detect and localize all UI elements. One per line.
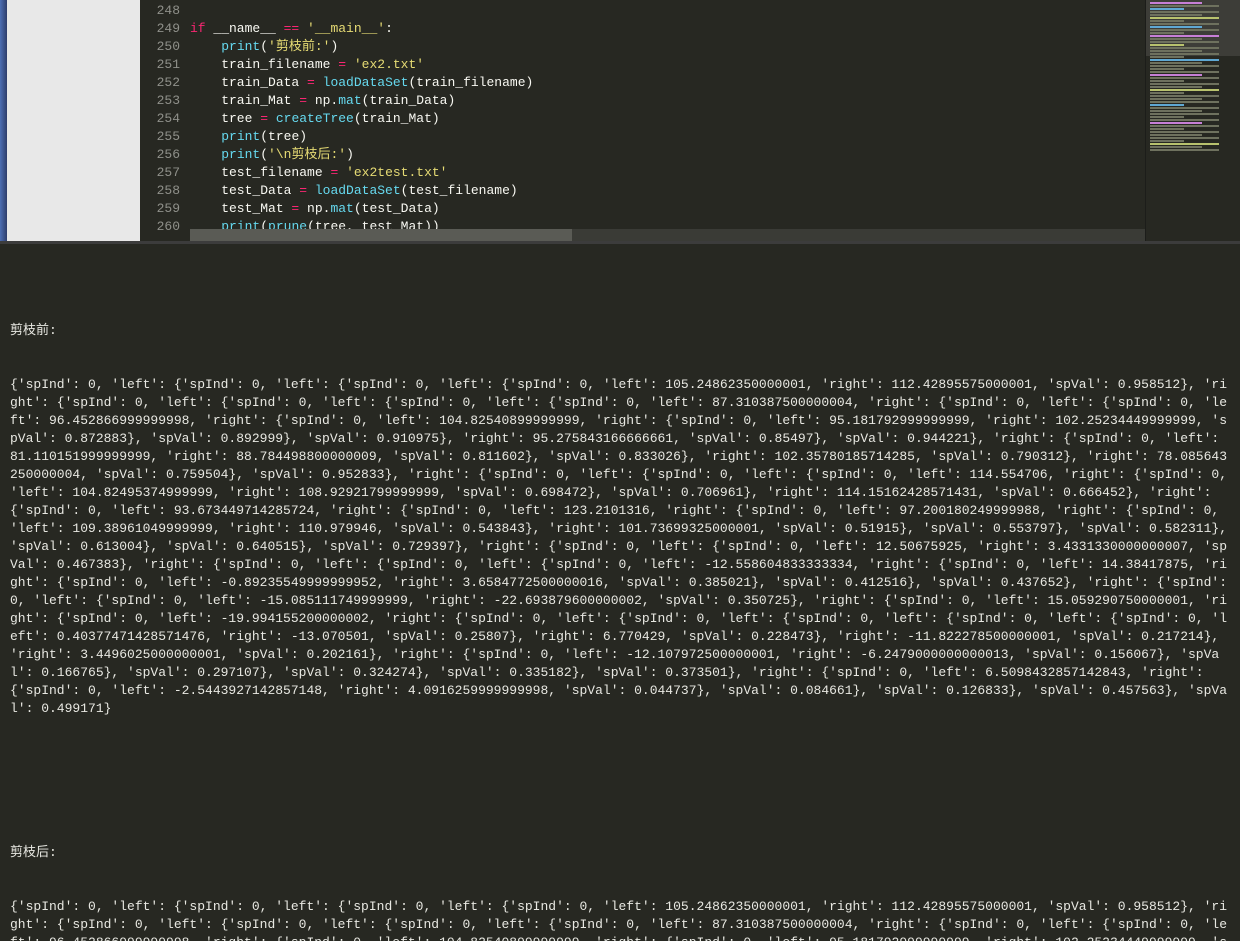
code-line[interactable]: test_filename = 'ex2test.txt'	[190, 164, 1145, 182]
line-number: 254	[140, 110, 180, 128]
output-tree-after: {'spInd': 0, 'left': {'spInd': 0, 'left'…	[10, 898, 1230, 941]
line-number: 249	[140, 20, 180, 38]
output-header-after: 剪枝后:	[10, 844, 1230, 862]
code-line[interactable]: if __name__ == '__main__':	[190, 20, 1145, 38]
horizontal-scrollbar[interactable]	[190, 229, 1145, 241]
code-line[interactable]: tree = createTree(train_Mat)	[190, 110, 1145, 128]
scrollbar-thumb[interactable]	[190, 229, 572, 241]
line-number: 258	[140, 182, 180, 200]
code-line[interactable]: test_Data = loadDataSet(test_filename)	[190, 182, 1145, 200]
code-editor[interactable]: 248249250251252253254255256257258259260 …	[140, 0, 1145, 241]
line-number: 253	[140, 92, 180, 110]
output-header-before: 剪枝前:	[10, 322, 1230, 340]
window-edge	[0, 0, 7, 241]
line-number: 252	[140, 74, 180, 92]
code-line[interactable]: train_Data = loadDataSet(train_filename)	[190, 74, 1145, 92]
line-number: 248	[140, 2, 180, 20]
output-tree-before: {'spInd': 0, 'left': {'spInd': 0, 'left'…	[10, 376, 1230, 718]
line-number: 256	[140, 146, 180, 164]
side-panel[interactable]	[7, 0, 140, 241]
code-area[interactable]: if __name__ == '__main__': print('剪枝前:')…	[190, 0, 1145, 241]
code-line[interactable]: print('\n剪枝后:')	[190, 146, 1145, 164]
line-number: 257	[140, 164, 180, 182]
output-console[interactable]: 剪枝前: {'spInd': 0, 'left': {'spInd': 0, '…	[0, 244, 1240, 941]
line-number: 260	[140, 218, 180, 236]
line-number: 250	[140, 38, 180, 56]
line-gutter: 248249250251252253254255256257258259260	[140, 0, 190, 241]
code-line[interactable]: print('剪枝前:')	[190, 38, 1145, 56]
editor-pane: 248249250251252253254255256257258259260 …	[0, 0, 1240, 244]
code-line[interactable]: train_filename = 'ex2.txt'	[190, 56, 1145, 74]
line-number: 255	[140, 128, 180, 146]
line-number: 251	[140, 56, 180, 74]
code-line[interactable]: train_Mat = np.mat(train_Data)	[190, 92, 1145, 110]
line-number: 259	[140, 200, 180, 218]
code-line[interactable]	[190, 2, 1145, 20]
code-line[interactable]: print(tree)	[190, 128, 1145, 146]
code-line[interactable]: test_Mat = np.mat(test_Data)	[190, 200, 1145, 218]
minimap[interactable]	[1145, 0, 1240, 241]
